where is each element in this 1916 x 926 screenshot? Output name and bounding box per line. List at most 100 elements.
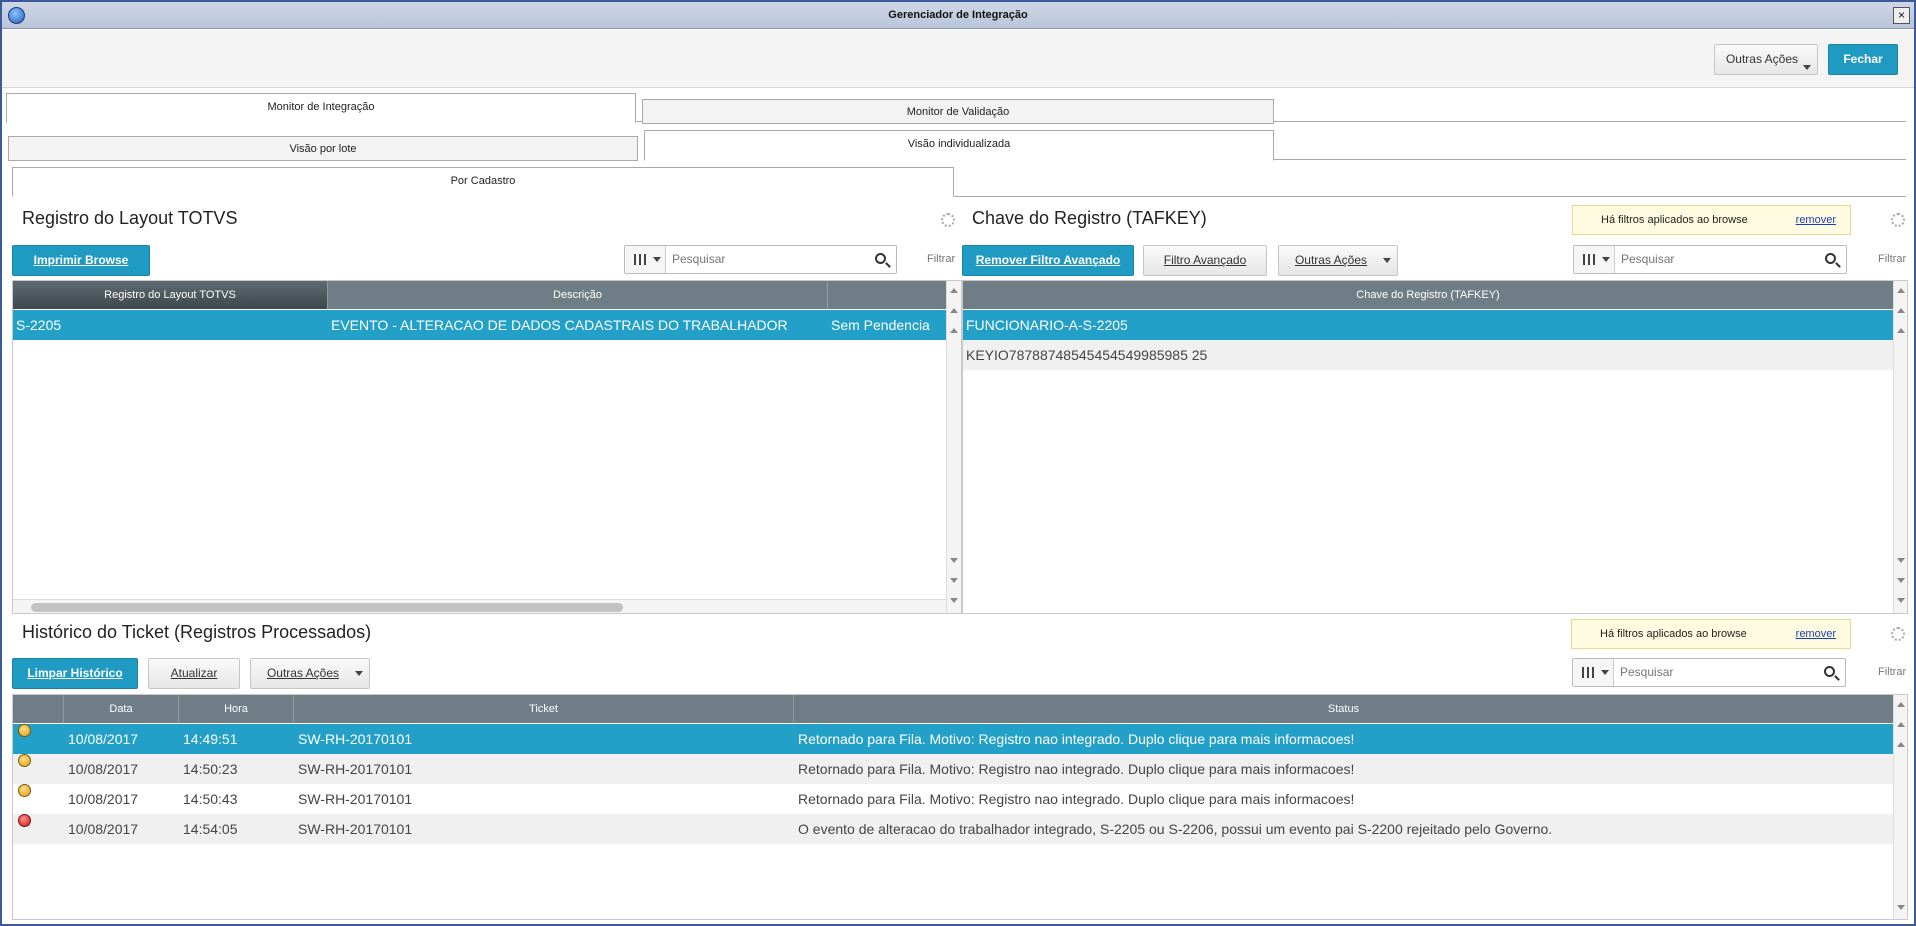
tab-por-cadastro[interactable]: Por Cadastro [12,167,954,197]
status-orange-icon [18,724,31,737]
table-row[interactable]: FUNCIONARIO-A-S-2205 [963,310,1893,340]
left-panel-title: Registro do Layout TOTVS [22,208,238,228]
table-row[interactable]: 10/08/2017 14:50:43 SW-RH-20170101 Retor… [13,784,1893,814]
col-header-registro[interactable]: Registro do Layout TOTVS [13,281,328,309]
filtro-avancado-button[interactable]: Filtro Avançado [1143,245,1267,276]
search-icon[interactable] [1824,666,1835,677]
search-icon[interactable] [1825,253,1836,264]
filter-notice-text: Há filtros aplicados ao browse [1600,628,1747,640]
bottom-filter-notice: Há filtros aplicados ao browse remover [1571,619,1851,649]
right-vertical-scrollbar[interactable] [1893,281,1907,613]
col-header-chave[interactable]: Chave do Registro (TAFKEY) [963,281,1893,309]
close-icon[interactable]: × [1893,7,1910,24]
scroll-page-down-icon[interactable] [950,578,958,583]
remover-filtro-label: Remover Filtro Avançado [975,253,1121,267]
limpar-historico-button[interactable]: Limpar Histórico [12,658,138,689]
cell-data: 10/08/2017 [68,761,139,777]
col-header-hora[interactable]: Hora [179,695,294,723]
scroll-bottom-icon[interactable] [950,598,958,603]
tab-visao-por-lote[interactable]: Visão por lote [8,136,638,161]
col-header-extra[interactable] [828,281,946,309]
gear-icon[interactable] [1891,213,1905,227]
chevron-down-icon [1383,258,1391,263]
col-header-indicator[interactable] [13,695,64,723]
scroll-bottom-icon[interactable] [1897,598,1905,603]
cell-ticket: SW-RH-20170101 [298,821,413,837]
outras-acoes-label: Outras Ações [266,666,340,680]
cell-status: Retornado para Fila. Motivo: Registro na… [798,761,1355,777]
remover-filtro-avancado-button[interactable]: Remover Filtro Avançado [962,245,1134,276]
columns-selector[interactable] [625,246,666,273]
table-row[interactable]: 10/08/2017 14:49:51 SW-RH-20170101 Retor… [13,724,1893,754]
history-grid-header: Data Hora Ticket Status [13,695,1893,723]
scroll-page-down-icon[interactable] [1897,578,1905,583]
scroll-top-icon[interactable] [1897,702,1905,707]
tab-visao-individualizada[interactable]: Visão individualizada [644,130,1274,161]
table-row[interactable]: S-2205 EVENTO - ALTERACAO DE DADOS CADAS… [13,310,946,340]
atualizar-button[interactable]: Atualizar [148,658,240,689]
right-search-input[interactable] [1621,252,1811,266]
remove-filter-link[interactable]: remover [1796,214,1836,226]
left-vertical-scrollbar[interactable] [946,281,961,613]
horizontal-scroll-thumb[interactable] [31,603,623,612]
outras-acoes-label: Outras Ações [1725,52,1799,66]
gear-icon[interactable] [1891,627,1905,641]
scroll-page-up-icon[interactable] [1897,308,1905,313]
table-row[interactable]: 10/08/2017 14:54:05 SW-RH-20170101 O eve… [13,814,1893,844]
chevron-down-icon [1803,65,1811,70]
table-row[interactable]: 10/08/2017 14:50:23 SW-RH-20170101 Retor… [13,754,1893,784]
fechar-button[interactable]: Fechar [1828,44,1898,75]
cell-status: Sem Pendencia [831,317,930,333]
scroll-down-icon[interactable] [1897,905,1905,910]
scroll-top-icon[interactable] [950,288,958,293]
main-window: Gerenciador de Integração × Outras Ações… [0,0,1916,926]
imprimir-browse-button[interactable]: Imprimir Browse [12,245,150,276]
scroll-top-icon[interactable] [1897,288,1905,293]
scroll-up-icon[interactable] [1897,328,1905,333]
cell-ticket: SW-RH-20170101 [298,761,413,777]
bottom-outras-acoes-button[interactable]: Outras Ações [250,658,370,689]
bottom-search-input[interactable] [1620,665,1810,679]
cell-hora: 14:50:23 [183,761,238,777]
outras-acoes-button[interactable]: Outras Ações [1714,44,1818,75]
scroll-page-up-icon[interactable] [1897,722,1905,727]
left-search-input[interactable] [672,252,862,266]
col-header-status[interactable]: Status [794,695,1893,723]
cell-status: O evento de alteracao do trabalhador int… [798,821,1553,837]
cell-ticket: SW-RH-20170101 [298,731,413,747]
tab-monitor-validacao[interactable]: Monitor de Validação [642,99,1274,124]
remove-filter-link[interactable]: remover [1796,628,1836,640]
cell-ticket: SW-RH-20170101 [298,791,413,807]
search-icon[interactable] [875,253,886,264]
tab-monitor-integracao[interactable]: Monitor de Integração [6,93,636,123]
top-toolbar: Outras Ações Fechar [2,30,1914,88]
scroll-page-up-icon[interactable] [950,308,958,313]
left-grid: Registro do Layout TOTVS Descrição S-220… [12,280,962,614]
left-filtrar-label[interactable]: Filtrar [927,253,955,265]
cell-status: Retornado para Fila. Motivo: Registro na… [798,731,1355,747]
col-header-ticket[interactable]: Ticket [294,695,794,723]
columns-selector[interactable] [1574,246,1615,273]
gear-icon[interactable] [941,213,955,227]
scroll-up-icon[interactable] [1897,742,1905,747]
right-outras-acoes-button[interactable]: Outras Ações [1278,245,1398,276]
bottom-filtrar-label[interactable]: Filtrar [1878,666,1906,678]
status-orange-icon [18,784,31,797]
col-header-data[interactable]: Data [64,695,179,723]
bottom-search-box [1572,658,1846,687]
scroll-down-icon[interactable] [950,558,958,563]
left-search-box [624,245,897,274]
scroll-down-icon[interactable] [1897,558,1905,563]
right-filtrar-label[interactable]: Filtrar [1878,253,1906,265]
scroll-up-icon[interactable] [950,328,958,333]
filter-notice-text: Há filtros aplicados ao browse [1601,214,1748,226]
status-red-icon [18,814,31,827]
col-header-descricao[interactable]: Descrição [328,281,828,309]
cell-descricao: EVENTO - ALTERACAO DE DADOS CADASTRAIS D… [331,317,788,333]
left-horizontal-scrollbar[interactable] [13,599,946,613]
limpar-historico-label: Limpar Histórico [27,666,123,680]
history-vertical-scrollbar[interactable] [1893,695,1907,919]
table-row[interactable]: KEYIO78788748545454549985985 25 [963,340,1893,370]
cell-hora: 14:54:05 [183,821,238,837]
columns-selector[interactable] [1573,659,1614,686]
